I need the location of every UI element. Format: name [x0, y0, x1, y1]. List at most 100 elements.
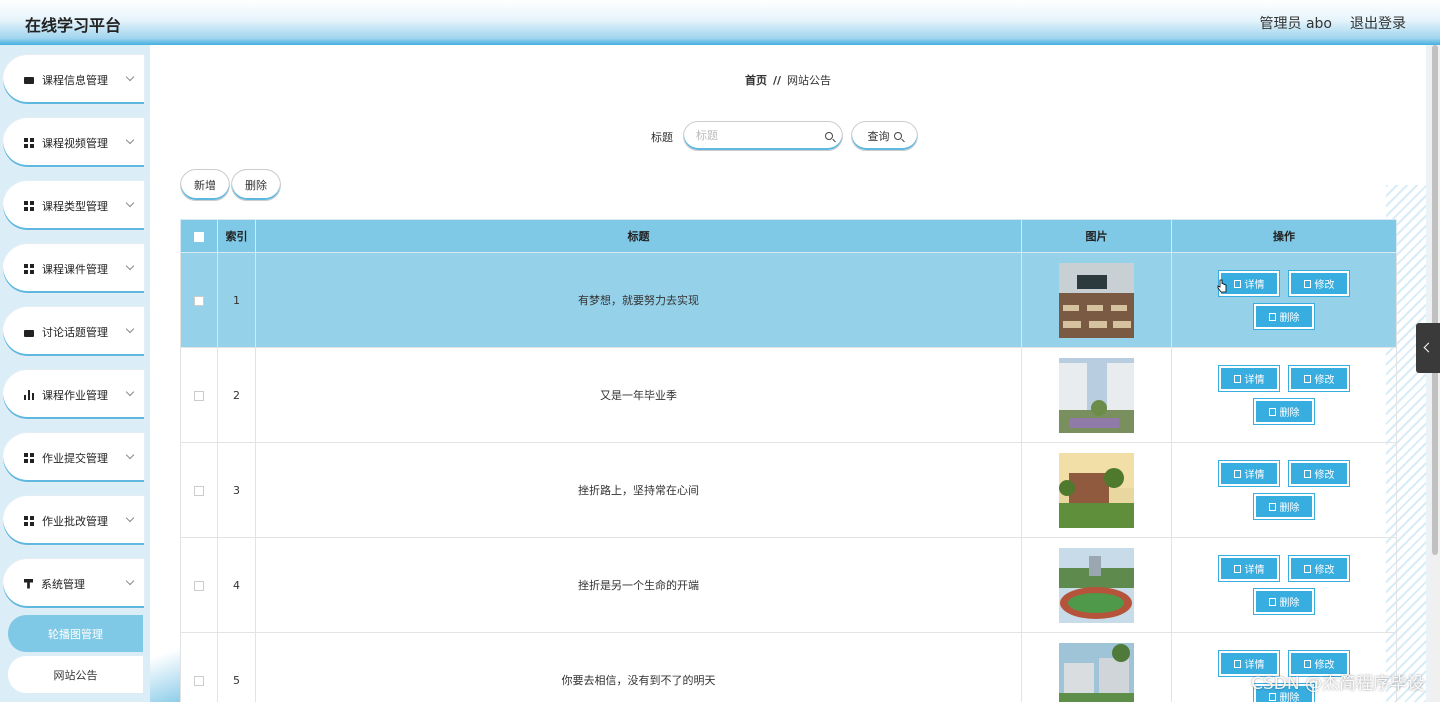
- chevron-down-icon: [125, 450, 135, 460]
- query-button-label: 查询: [867, 130, 890, 143]
- delete-button[interactable]: 删除: [1254, 304, 1314, 329]
- sidebar-item-discussion[interactable]: 讨论话题管理: [3, 307, 144, 356]
- row-title: 挫折是另一个生命的开端: [255, 537, 1022, 633]
- detail-button[interactable]: 详情: [1219, 271, 1279, 296]
- delete-label: 删除: [1279, 503, 1300, 514]
- search-field: [683, 121, 843, 151]
- chevron-down-icon: [125, 387, 135, 397]
- sidebar-item-grading[interactable]: 作业批改管理: [3, 496, 144, 545]
- pencil-icon: [1303, 374, 1311, 383]
- row-checkbox[interactable]: [194, 295, 204, 306]
- column-header-image: 图片: [1021, 219, 1172, 253]
- batch-delete-button[interactable]: 删除: [231, 169, 281, 201]
- top-header: 在线学习平台 管理员 abo 退出登录: [0, 0, 1440, 45]
- sidebar-item-courseware[interactable]: 课程课件管理: [3, 244, 144, 293]
- chevron-down-icon: [125, 135, 135, 145]
- search-input[interactable]: [696, 129, 816, 142]
- campus-sunset-image: [1059, 452, 1134, 528]
- sidebar-item-course-info[interactable]: 课程信息管理: [3, 55, 144, 104]
- row-index: 1: [217, 252, 256, 348]
- sidebar-item-course-type[interactable]: 课程类型管理: [3, 181, 144, 230]
- bar-chart-icon: [24, 389, 34, 400]
- detail-label: 详情: [1244, 280, 1265, 291]
- header-user-area: 管理员 abo 退出登录: [1260, 13, 1406, 33]
- row-index: 3: [217, 442, 256, 538]
- select-all-checkbox[interactable]: [194, 231, 204, 242]
- table-row: 2 又是一年毕业季 详情 修改删除: [180, 347, 1397, 443]
- briefcase-icon: [24, 329, 34, 337]
- pencil-icon: [1303, 659, 1311, 668]
- sidebar-item-label: 课程类型管理: [42, 199, 108, 213]
- announcement-table: 索引 标题 图片 操作 1 有梦想，就要努力去实现 详情 修改 删除 2 又是一年毕…: [180, 219, 1397, 702]
- row-index: 2: [217, 347, 256, 443]
- document-icon: [1233, 564, 1241, 573]
- query-button[interactable]: 查询: [851, 121, 918, 151]
- sidebar-item-label: 课程信息管理: [42, 73, 108, 87]
- edit-button[interactable]: 修改: [1289, 556, 1349, 581]
- breadcrumb-current: 网站公告: [787, 74, 832, 87]
- vertical-scrollbar[interactable]: [1430, 45, 1440, 702]
- grid-icon: [24, 263, 34, 274]
- delete-label: 删除: [1279, 313, 1300, 324]
- delete-label: 删除: [1279, 598, 1300, 609]
- app-title: 在线学习平台: [25, 16, 122, 35]
- classroom-image: [1059, 262, 1134, 338]
- row-title: 又是一年毕业季: [255, 347, 1022, 443]
- chevron-down-icon: [125, 72, 135, 82]
- column-header-operations: 操作: [1171, 219, 1397, 253]
- document-icon: [1233, 469, 1241, 478]
- side-panel-toggle[interactable]: [1416, 323, 1440, 373]
- sports-field-image: [1059, 547, 1134, 623]
- sidebar-subitem-carousel[interactable]: 轮播图管理: [8, 615, 143, 652]
- sidebar-item-label: 课程课件管理: [42, 262, 108, 276]
- detail-button[interactable]: 详情: [1219, 366, 1279, 391]
- breadcrumb-home[interactable]: 首页: [745, 74, 767, 87]
- chevron-down-icon: [125, 261, 135, 271]
- search-label: 标题: [651, 131, 673, 144]
- sidebar-item-label: 作业提交管理: [42, 451, 108, 465]
- scrollbar-thumb[interactable]: [1432, 45, 1438, 555]
- campus-building-image: [1059, 357, 1134, 433]
- row-title: 你要去相信，没有到不了的明天: [255, 632, 1022, 702]
- current-user-label: 管理员 abo: [1259, 16, 1332, 32]
- row-checkbox[interactable]: [194, 485, 204, 496]
- search-icon: [825, 132, 833, 140]
- row-checkbox[interactable]: [194, 580, 204, 591]
- detail-label: 详情: [1244, 375, 1265, 386]
- add-button[interactable]: 新增: [180, 169, 230, 201]
- table-row: 3 挫折路上，坚持常在心间 详情 修改 删除: [180, 442, 1397, 538]
- table-row: 5 你要去相信，没有到不了的明天 详情 修改 删除: [180, 632, 1397, 702]
- sidebar-item-submission[interactable]: 作业提交管理: [3, 433, 144, 482]
- edit-button[interactable]: 修改: [1289, 271, 1349, 296]
- edit-button[interactable]: 修改: [1289, 366, 1349, 391]
- edit-label: 修改: [1314, 470, 1335, 481]
- breadcrumb-separator: //: [773, 74, 782, 87]
- row-index: 5: [217, 632, 256, 702]
- row-checkbox[interactable]: [194, 390, 204, 401]
- delete-button[interactable]: 删除: [1254, 494, 1314, 519]
- edit-label: 修改: [1314, 565, 1335, 576]
- sidebar-item-label: 课程视频管理: [42, 136, 108, 150]
- column-header-index: 索引: [217, 219, 256, 253]
- delete-button[interactable]: 删除: [1254, 589, 1314, 614]
- sidebar-item-homework[interactable]: 课程作业管理: [3, 370, 144, 419]
- sidebar-item-label: 作业批改管理: [42, 514, 108, 528]
- detail-button[interactable]: 详情: [1219, 556, 1279, 581]
- table-header-row: 索引 标题 图片 操作: [180, 219, 1397, 253]
- document-icon: [1233, 659, 1241, 668]
- sidebar-item-system[interactable]: 系统管理: [3, 559, 144, 608]
- search-icon: [893, 132, 902, 140]
- breadcrumb: 首页 // 网站公告: [745, 72, 831, 88]
- row-checkbox[interactable]: [194, 675, 204, 686]
- grid-icon: [24, 452, 34, 463]
- sidebar-subitem-announcement[interactable]: 网站公告: [8, 656, 143, 693]
- logout-link[interactable]: 退出登录: [1350, 13, 1406, 33]
- sidebar-item-course-video[interactable]: 课程视频管理: [3, 118, 144, 167]
- document-icon: [1233, 279, 1241, 288]
- delete-button[interactable]: 删除: [1254, 399, 1314, 424]
- chevron-down-icon: [125, 198, 135, 208]
- detail-label: 详情: [1244, 470, 1265, 481]
- edit-button[interactable]: 修改: [1289, 461, 1349, 486]
- detail-button[interactable]: 详情: [1219, 461, 1279, 486]
- grid-icon: [24, 137, 34, 148]
